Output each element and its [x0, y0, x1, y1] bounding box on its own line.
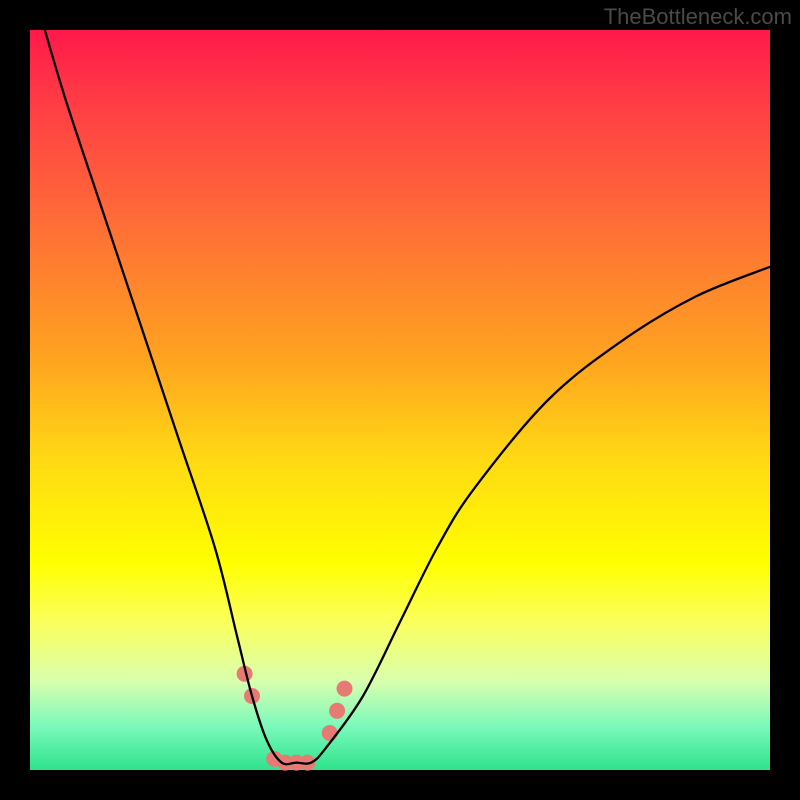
chart-frame: TheBottleneck.com: [0, 0, 800, 800]
curve-svg: [30, 30, 770, 770]
bottleneck-curve: [45, 30, 770, 764]
plot-area: [30, 30, 770, 770]
highlight-dot: [322, 725, 338, 741]
markers-group: [237, 666, 353, 771]
watermark-text: TheBottleneck.com: [604, 4, 792, 30]
highlight-dot: [329, 703, 345, 719]
highlight-dot: [337, 681, 353, 697]
